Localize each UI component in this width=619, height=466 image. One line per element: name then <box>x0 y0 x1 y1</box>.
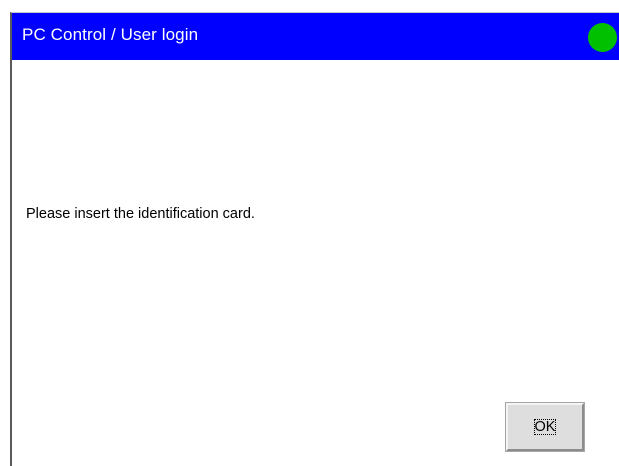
title-bar: PC Control / User login <box>12 13 619 60</box>
status-led-icon <box>588 23 617 52</box>
window-title: PC Control / User login <box>22 25 199 44</box>
ok-button[interactable]: OK <box>506 403 584 451</box>
ok-button-label: OK <box>533 419 557 435</box>
login-dialog: PC Control / User login Please insert th… <box>10 12 619 466</box>
instruction-message: Please insert the identification card. <box>26 206 255 222</box>
